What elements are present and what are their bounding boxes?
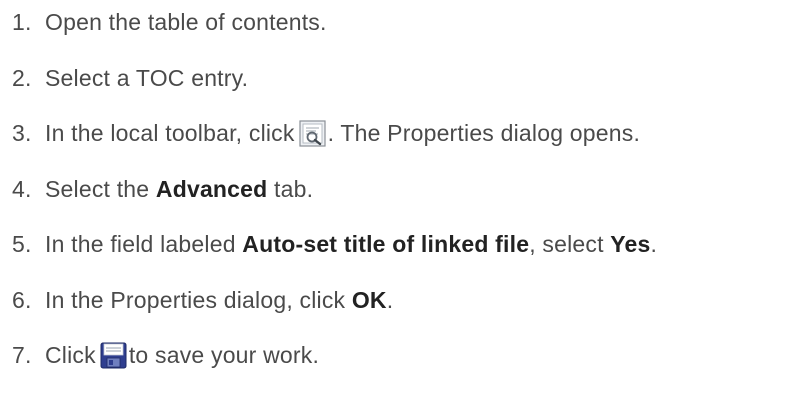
step-5: 5. In the field labeled Auto-set title o…	[12, 224, 657, 264]
step-text-middle: , select	[529, 230, 611, 257]
step-text: In the field labeled	[45, 230, 243, 257]
step-number: 4.	[12, 175, 32, 202]
step-text: Select the	[45, 175, 156, 202]
tab-name-advanced: Advanced	[155, 175, 268, 202]
step-text: Open the table of contents.	[45, 8, 327, 35]
step-7: 7. Click to save your work.	[12, 335, 319, 375]
step-number: 6.	[12, 286, 32, 313]
step-number: 1.	[12, 8, 32, 35]
field-name: Auto-set title of linked file	[242, 230, 530, 257]
step-1: 1. Open the table of contents.	[12, 2, 327, 42]
save-icon	[100, 342, 127, 369]
step-text: In the Properties dialog, click	[45, 286, 352, 313]
step-text-after: . The Properties dialog opens.	[327, 119, 641, 146]
step-number: 3.	[12, 119, 32, 146]
step-4: 4. Select the Advanced tab.	[12, 169, 313, 209]
step-2: 2. Select a TOC entry.	[12, 58, 248, 98]
step-number: 5.	[12, 230, 32, 257]
step-text-after: .	[650, 230, 658, 257]
step-3: 3. In the local toolbar, click . The Pro…	[12, 113, 640, 153]
step-text: Select a TOC entry.	[45, 64, 249, 91]
step-text-after: .	[386, 286, 394, 313]
step-6: 6. In the Properties dialog, click OK .	[12, 280, 393, 320]
step-text-after: to save your work.	[128, 341, 320, 368]
step-text-after: tab.	[267, 175, 314, 202]
step-text: In the local toolbar, click	[45, 119, 295, 146]
properties-icon	[298, 119, 326, 147]
ok-button-name: OK	[351, 286, 387, 313]
step-text: Click	[45, 341, 96, 368]
option-yes: Yes	[610, 230, 651, 257]
step-number: 2.	[12, 64, 32, 91]
step-number: 7.	[12, 341, 32, 368]
